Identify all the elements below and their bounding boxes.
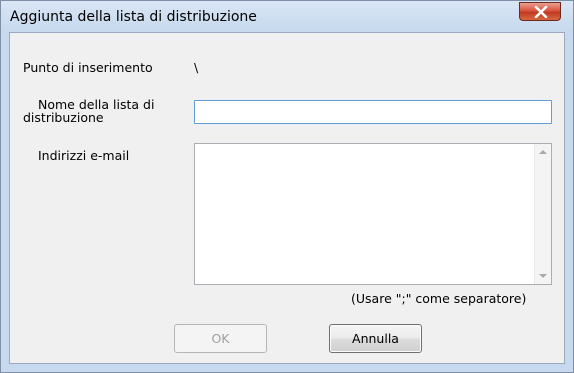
scroll-up-arrow-icon[interactable] xyxy=(539,150,547,154)
dialog-window: Aggiunta della lista di distribuzione Pu… xyxy=(0,0,574,373)
dialog-body: Punto di inserimento \ Nome della lista … xyxy=(9,32,565,364)
separator-hint: (Usare ";" come separatore) xyxy=(351,291,527,306)
emails-scrollbar[interactable] xyxy=(534,144,551,284)
close-button[interactable] xyxy=(519,2,561,21)
insertion-point-label: Punto di inserimento xyxy=(23,60,153,75)
cancel-button[interactable]: Annulla xyxy=(329,324,422,353)
emails-textarea[interactable] xyxy=(194,143,552,285)
ok-button[interactable]: OK xyxy=(174,324,267,353)
dialog-title: Aggiunta della lista di distribuzione xyxy=(10,9,257,25)
title-bar[interactable]: Aggiunta della lista di distribuzione xyxy=(1,1,573,32)
scroll-down-arrow-icon[interactable] xyxy=(539,274,547,278)
list-name-label-line2: distribuzione xyxy=(23,110,104,125)
list-name-input[interactable] xyxy=(194,100,552,124)
close-icon xyxy=(534,6,548,18)
emails-label: Indirizzi e-mail xyxy=(38,148,130,163)
insertion-point-value: \ xyxy=(194,60,199,75)
